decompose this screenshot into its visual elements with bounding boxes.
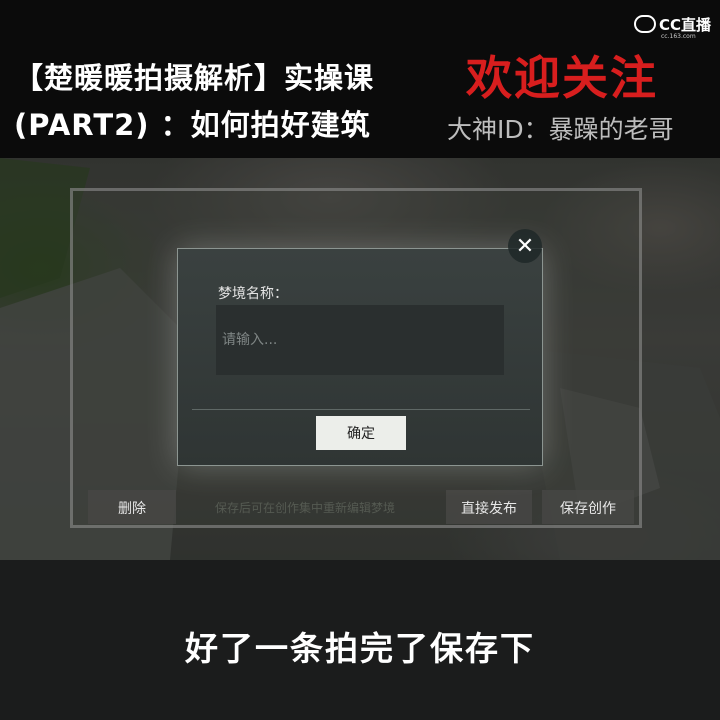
editor-bottom-bar: 删除 保存后可在创作集中重新编辑梦境 直接发布 保存创作 [88, 490, 634, 526]
video-title-line-2: (PART2) ：如何拍好建筑 [14, 108, 371, 142]
publish-button[interactable]: 直接发布 [446, 490, 532, 524]
video-title-line-1: 【楚暖暖拍摄解析】实操课 [14, 61, 375, 95]
dream-name-dialog: 梦境名称： 确定 [177, 248, 543, 466]
logo-text: CC直播 [659, 16, 712, 34]
dialog-divider [192, 409, 530, 410]
follow-banner: 欢迎关注 [466, 51, 658, 105]
cloud-logo-icon [634, 15, 656, 33]
logo-url: cc.163.com [661, 33, 696, 40]
confirm-button[interactable]: 确定 [316, 416, 406, 450]
cc-live-logo: CC直播 cc.163.com [634, 13, 718, 40]
video-subtitle: 好了一条拍完了保存下 [185, 629, 535, 668]
close-icon[interactable]: ✕ [508, 229, 542, 263]
video-header: 【楚暖暖拍摄解析】实操课 (PART2) ：如何拍好建筑 欢迎关注 大神ID：暴… [0, 0, 720, 158]
delete-button[interactable]: 删除 [88, 490, 176, 524]
streamer-id: 大神ID：暴躁的老哥 [447, 115, 674, 144]
save-creation-button[interactable]: 保存创作 [542, 490, 634, 524]
dream-name-input[interactable] [216, 305, 504, 375]
save-hint-text: 保存后可在创作集中重新编辑梦境 [215, 501, 396, 515]
dream-name-label: 梦境名称： [218, 286, 288, 302]
